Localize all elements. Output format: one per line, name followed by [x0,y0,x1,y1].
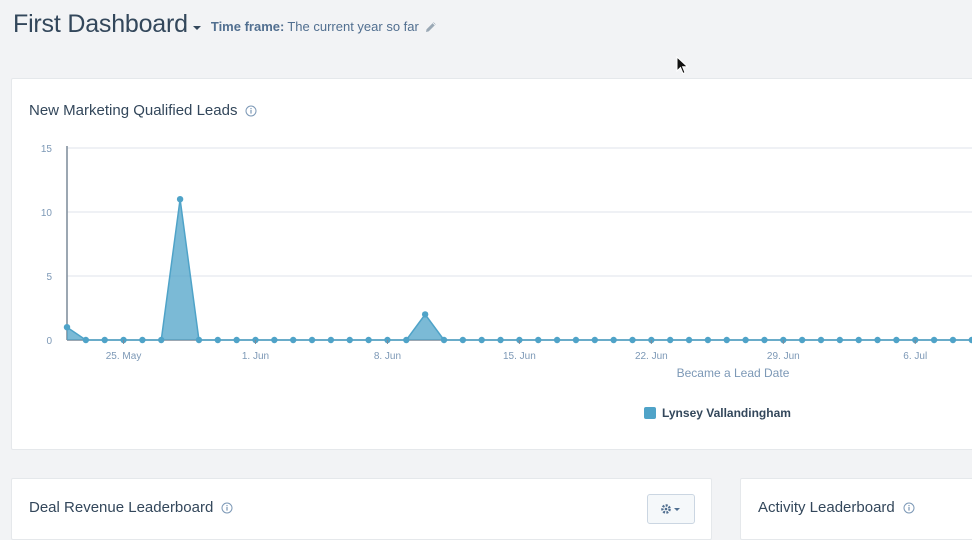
pencil-icon[interactable] [425,21,437,33]
data-point [535,336,542,344]
data-point [798,336,806,344]
data-point [82,336,90,344]
data-point [930,336,938,344]
mouse-cursor-icon [676,56,689,75]
data-point [723,336,730,344]
deal-revenue-card: Deal Revenue Leaderboard [11,478,712,540]
data-point [290,336,297,344]
x-tick-label: 6. Jul [903,351,927,362]
data-point [629,336,636,344]
data-point [553,336,561,344]
x-tick-label: 25. May [106,351,142,362]
y-tick-label: 0 [46,336,52,347]
data-point [836,336,844,344]
data-point [308,336,316,344]
data-point [346,336,353,344]
info-icon[interactable] [903,502,915,514]
data-point [403,336,410,344]
data-point [139,336,146,344]
data-point [761,336,768,344]
leads-chart-card: New Marketing Qualified Leads 0 5 10 15 25. … [11,78,972,450]
activity-leaderboard-card: Activity Leaderboard [740,478,972,540]
y-tick-label: 5 [46,272,52,283]
data-point [893,336,900,344]
y-tick-label: 10 [41,208,53,219]
data-point [158,336,165,344]
data-point [817,336,825,344]
data-point [610,336,617,344]
data-point [572,336,580,344]
data-point [327,336,335,344]
chart-legend[interactable]: Lynsey Vallandingham [644,406,791,420]
data-point [497,336,504,344]
x-tick-label: 22. Jun [635,351,668,362]
deal-title: Deal Revenue Leaderboard [29,499,214,516]
data-point [478,336,485,344]
data-point [742,336,749,344]
x-tick-label: 15. Jun [503,351,536,362]
data-point [591,336,598,344]
x-tick-label: 1. Jun [242,351,269,362]
activity-card-title: Activity Leaderboard [758,499,915,516]
timeframe: Time frame: The current year so far [211,19,437,34]
data-point [233,336,240,344]
timeframe-label: Time frame: [210,19,285,34]
series-line [66,199,972,341]
x-tick-label: 29. Jun [767,351,800,362]
data-point [365,336,372,344]
data-point [949,336,957,344]
settings-button[interactable] [647,494,695,524]
data-point [176,196,184,203]
dashboard-title[interactable]: First Dashboard [13,10,188,39]
data-point [440,336,448,344]
timeframe-value: The current year so far [287,19,419,34]
series-area [67,199,972,340]
data-point [271,336,278,344]
activity-title: Activity Leaderboard [758,499,895,516]
legend-swatch [644,407,656,419]
data-point [421,311,429,318]
y-tick-label: 15 [41,144,53,155]
x-tick-label: 8. Jun [374,351,401,362]
data-point [195,336,203,344]
data-point [685,336,693,344]
data-point [214,336,221,344]
data-point [101,336,108,344]
data-point [459,336,467,344]
data-point [968,336,972,344]
data-point [667,336,674,344]
data-point [855,336,862,344]
dashboard-header: First Dashboard Time frame: The current … [13,10,437,39]
data-point [874,336,881,344]
legend-label: Lynsey Vallandingham [662,406,791,420]
data-point [704,336,712,344]
caret-down-icon[interactable] [192,25,201,30]
deal-card-title: Deal Revenue Leaderboard [29,499,233,516]
x-axis-title: Became a Lead Date [677,366,790,380]
info-icon[interactable] [221,502,233,514]
gear-icon [661,504,680,514]
leads-area-chart: 0 5 10 15 25. May 1. Jun 8. Jun 15. Jun 22. Jun 2… [41,144,972,380]
data-point [63,324,71,331]
